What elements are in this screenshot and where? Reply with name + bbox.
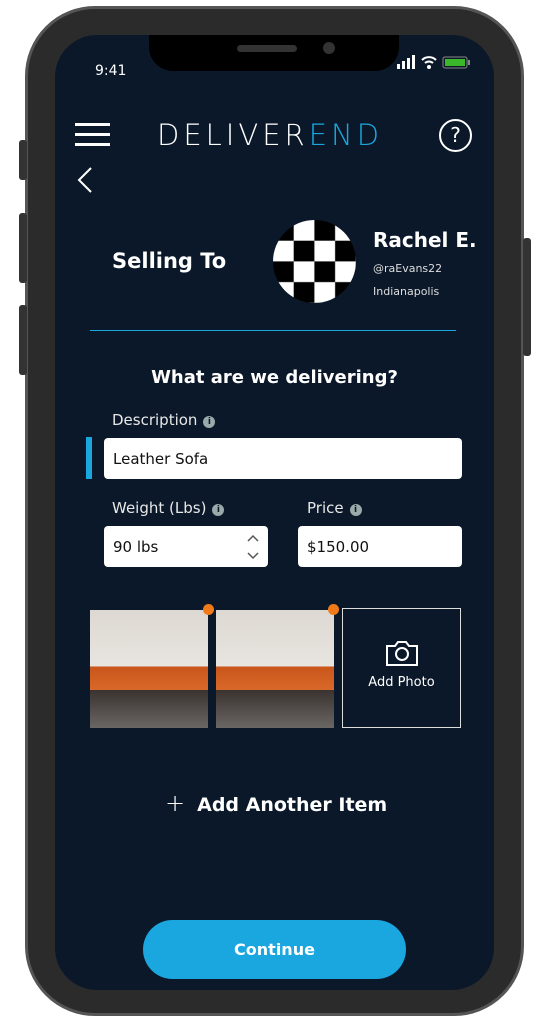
seller-name: Rachel E. (373, 228, 477, 252)
weight-input[interactable]: 90 lbs (104, 526, 268, 567)
status-icons (397, 55, 470, 69)
description-label: Description i (112, 411, 216, 429)
item-photo[interactable] (90, 610, 208, 728)
weight-label: Weight (Lbs) i (112, 499, 225, 517)
form-heading: What are we delivering? (151, 367, 398, 388)
help-icon[interactable]: ? (439, 119, 472, 152)
seller-city: Indianapolis (373, 285, 440, 298)
item-photo[interactable] (216, 610, 334, 728)
selling-to-label: Selling To (112, 249, 227, 273)
description-input[interactable]: Leather Sofa (104, 438, 462, 479)
side-button (523, 238, 531, 356)
price-input[interactable]: $150.00 (298, 526, 462, 567)
camera-icon (385, 641, 418, 666)
plus-icon: + (165, 789, 186, 817)
back-icon[interactable] (75, 165, 95, 195)
weight-value: 90 lbs (113, 537, 159, 556)
stepper-icon[interactable] (246, 532, 260, 562)
continue-button[interactable]: Continue (143, 920, 406, 979)
info-icon[interactable]: i (212, 504, 225, 516)
app-screen: 9:41 DELIVEREND ? Selling To Rachel E. @… (55, 35, 494, 990)
logo: DELIVEREND (157, 118, 384, 152)
remove-photo-icon[interactable] (203, 604, 214, 615)
info-icon[interactable]: i (349, 504, 362, 516)
notch (149, 35, 399, 71)
side-button (19, 305, 27, 375)
add-item-button[interactable]: + Add Another Item (165, 789, 387, 817)
seller-handle: @raEvans22 (373, 262, 443, 275)
side-button (19, 213, 27, 283)
status-time: 9:41 (95, 63, 127, 79)
price-label: Price i (307, 499, 362, 517)
menu-icon[interactable] (75, 123, 110, 146)
focus-indicator (86, 437, 92, 479)
info-icon[interactable]: i (203, 416, 216, 428)
add-photo-button[interactable]: Add Photo (342, 608, 461, 728)
side-button (19, 140, 27, 180)
divider (90, 330, 456, 331)
remove-photo-icon[interactable] (328, 604, 339, 615)
avatar[interactable] (273, 220, 356, 303)
add-photo-label: Add Photo (368, 675, 435, 690)
